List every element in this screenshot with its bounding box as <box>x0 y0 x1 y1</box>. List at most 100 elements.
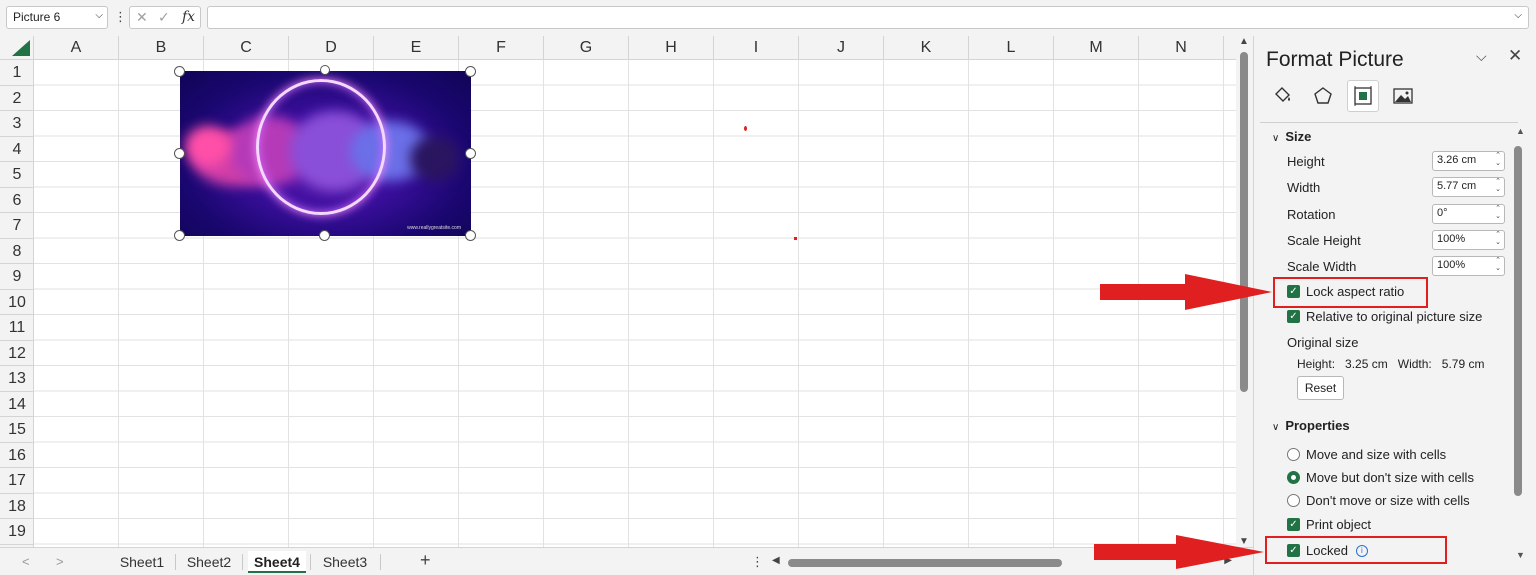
row-header-3[interactable]: 3 <box>0 111 34 137</box>
spin-arrows-icon[interactable]: ⌃ ⌄ <box>1495 152 1501 168</box>
tab-sheet3[interactable]: Sheet3 <box>316 551 374 573</box>
row-header-8[interactable]: 8 <box>0 239 34 264</box>
row-header-5[interactable]: 5 <box>0 162 34 188</box>
column-header-i[interactable]: I <box>714 36 799 60</box>
row-header-2[interactable]: 2 <box>0 86 34 111</box>
row-header-4[interactable]: 4 <box>0 137 34 162</box>
reset-button[interactable]: Reset <box>1297 376 1344 400</box>
panel-scroll-up-icon[interactable]: ▲ <box>1516 126 1525 136</box>
selected-picture[interactable]: www.reallygreatsite.com <box>180 71 471 236</box>
row-header-14[interactable]: 14 <box>0 392 34 417</box>
resize-handle-bottom-right[interactable] <box>465 230 476 241</box>
close-icon[interactable]: ✕ <box>1508 46 1522 66</box>
scale-height-field[interactable]: 100% ⌃ ⌄ <box>1432 230 1505 250</box>
row-header-9[interactable]: 9 <box>0 264 34 290</box>
radio-dont-move[interactable]: Don't move or size with cells <box>1287 493 1470 508</box>
spin-arrows-icon[interactable]: ⌃ ⌄ <box>1495 205 1501 221</box>
column-header-f[interactable]: F <box>459 36 544 60</box>
row-header-6[interactable]: 6 <box>0 188 34 213</box>
column-header-k[interactable]: K <box>884 36 969 60</box>
row-header-1[interactable]: 1 <box>0 60 34 86</box>
neon-ring <box>256 79 386 215</box>
row-header-18[interactable]: 18 <box>0 494 34 519</box>
cancel-icon[interactable]: ✕ <box>136 9 148 26</box>
row-header-13[interactable]: 13 <box>0 366 34 392</box>
scroll-left-icon[interactable]: ◀ <box>772 555 780 566</box>
resize-handle-bottom[interactable] <box>319 230 330 241</box>
size-section-header[interactable]: ∨ Size <box>1272 129 1311 144</box>
more-options-icon[interactable]: ⋮ <box>114 9 127 25</box>
prev-sheet-icon[interactable]: < <box>22 554 30 569</box>
enter-check-icon[interactable]: ✓ <box>158 9 170 26</box>
resize-handle-top-left[interactable] <box>174 66 185 77</box>
panel-scroll-down-icon[interactable]: ▼ <box>1516 550 1525 560</box>
column-header-l[interactable]: L <box>969 36 1054 60</box>
rotation-handle[interactable] <box>320 65 330 75</box>
tab-separator <box>310 554 311 570</box>
rotation-field[interactable]: 0° ⌃ ⌄ <box>1432 204 1505 224</box>
spin-arrows-icon[interactable]: ⌃ ⌄ <box>1495 178 1501 194</box>
row-header-12[interactable]: 12 <box>0 341 34 366</box>
radio-move-and-size[interactable]: Move and size with cells <box>1287 447 1446 462</box>
column-header-e[interactable]: E <box>374 36 459 60</box>
tab-effects[interactable] <box>1307 80 1339 112</box>
select-all-button[interactable] <box>0 36 34 60</box>
add-sheet-button[interactable]: + <box>420 550 431 571</box>
chevron-down-icon[interactable]: ⌵ <box>95 10 103 21</box>
column-header-b[interactable]: B <box>119 36 204 60</box>
formula-input[interactable]: ⌵ <box>207 6 1529 29</box>
relative-size-checkbox[interactable]: ✓ Relative to original picture size <box>1287 309 1482 324</box>
tab-size-properties[interactable] <box>1347 80 1379 112</box>
properties-section-header[interactable]: ∨ Properties <box>1272 418 1350 433</box>
row-header-15[interactable]: 15 <box>0 417 34 443</box>
radio-move-only[interactable]: Move but don't size with cells <box>1287 470 1474 485</box>
column-header-c[interactable]: C <box>204 36 289 60</box>
column-header-d[interactable]: D <box>289 36 374 60</box>
name-box[interactable]: Picture 6 ⌵ <box>6 6 108 29</box>
column-header-g[interactable]: G <box>544 36 629 60</box>
row-header-17[interactable]: 17 <box>0 468 34 494</box>
resize-handle-left[interactable] <box>174 148 185 159</box>
tab-split-handle-icon[interactable]: ⋮ <box>751 554 764 570</box>
panel-scrollbar[interactable] <box>1514 146 1522 496</box>
row-header-10[interactable]: 10 <box>0 290 34 315</box>
print-object-checkbox[interactable]: ✓ Print object <box>1287 517 1371 532</box>
expand-formula-icon[interactable]: ⌵ <box>1514 10 1522 21</box>
panel-divider <box>1260 122 1518 123</box>
column-header-m[interactable]: M <box>1054 36 1139 60</box>
column-header-a[interactable]: A <box>34 36 119 60</box>
checkbox-checked-icon: ✓ <box>1287 310 1300 323</box>
row-header-19[interactable]: 19 <box>0 519 34 545</box>
resize-handle-bottom-left[interactable] <box>174 230 185 241</box>
tab-fill-line[interactable] <box>1266 80 1298 112</box>
column-header-j[interactable]: J <box>799 36 884 60</box>
tab-sheet1[interactable]: Sheet1 <box>112 551 172 573</box>
next-sheet-icon[interactable]: > <box>56 554 64 569</box>
height-field[interactable]: 3.26 cm ⌃ ⌄ <box>1432 151 1505 171</box>
scroll-thumb[interactable] <box>1240 52 1248 392</box>
panel-options-chevron-icon[interactable]: ⌵ <box>1476 48 1487 65</box>
spin-arrows-icon[interactable]: ⌃ ⌄ <box>1495 257 1501 273</box>
picture-cloud <box>185 126 230 166</box>
column-header-n[interactable]: N <box>1139 36 1224 60</box>
formula-bar: Picture 6 ⌵ ⋮ ✕ ✓ fx ⌵ <box>0 0 1536 36</box>
resize-handle-right[interactable] <box>465 148 476 159</box>
tab-sheet4[interactable]: Sheet4 <box>248 551 306 573</box>
width-field[interactable]: 5.77 cm ⌃ ⌄ <box>1432 177 1505 197</box>
radio-icon <box>1287 494 1300 507</box>
row-header-16[interactable]: 16 <box>0 443 34 468</box>
print-object-label: Print object <box>1306 517 1372 532</box>
row-headers: 1 2 3 4 5 6 7 8 9 10 11 12 13 14 15 16 17 18 19 <box>0 60 34 547</box>
resize-handle-top-right[interactable] <box>465 66 476 77</box>
row-header-11[interactable]: 11 <box>0 315 34 341</box>
spin-arrows-icon[interactable]: ⌃ ⌄ <box>1495 231 1501 247</box>
h-scroll-thumb[interactable] <box>788 559 1062 567</box>
row-header-7[interactable]: 7 <box>0 213 34 239</box>
column-header-h[interactable]: H <box>629 36 714 60</box>
tab-picture[interactable] <box>1387 80 1419 112</box>
panel-title: Format Picture <box>1266 48 1404 71</box>
scroll-up-icon[interactable]: ▲ <box>1239 36 1249 47</box>
tab-sheet2[interactable]: Sheet2 <box>180 551 238 573</box>
insert-function-icon[interactable]: fx <box>182 9 195 25</box>
scale-width-field[interactable]: 100% ⌃ ⌄ <box>1432 256 1505 276</box>
